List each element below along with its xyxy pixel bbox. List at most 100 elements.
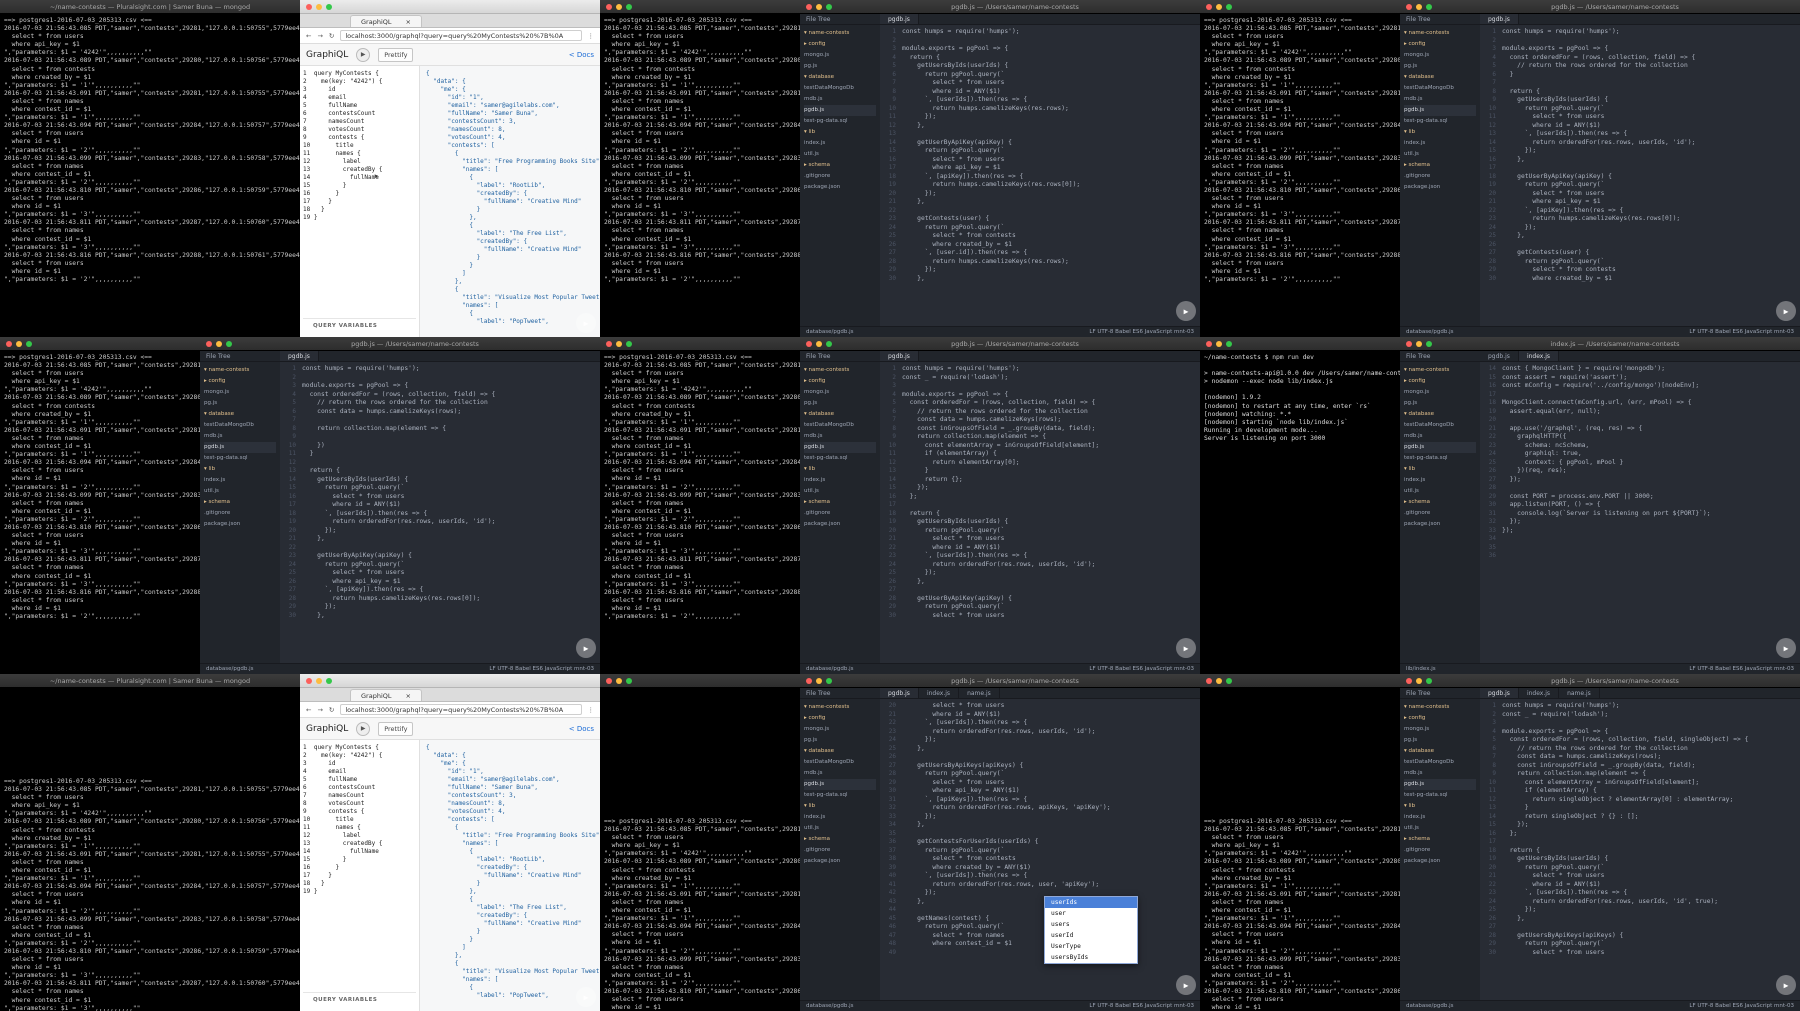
file-tree-item[interactable]: mdb.js [804, 431, 876, 442]
reload-icon[interactable]: ↻ [329, 706, 334, 714]
file-tree-item[interactable]: index.js [1404, 812, 1476, 823]
file-tree-item[interactable]: mdb.js [804, 94, 876, 105]
close-icon[interactable] [806, 677, 812, 684]
close-icon[interactable] [1406, 677, 1412, 684]
file-tree-item[interactable]: testDataMongoDb [204, 420, 276, 431]
minimize-icon[interactable] [1416, 3, 1422, 10]
close-icon[interactable] [206, 340, 212, 347]
autocomplete-item[interactable]: users [1045, 919, 1137, 930]
file-tree-item[interactable]: ▸ config [1404, 376, 1476, 387]
close-icon[interactable] [1406, 3, 1412, 10]
tab-name[interactable]: name.js [1559, 688, 1600, 698]
file-tree-item[interactable]: ▸ schema [804, 160, 876, 171]
tab-index[interactable]: index.js [1518, 351, 1560, 361]
file-tree-item[interactable]: util.js [1404, 149, 1476, 160]
close-icon[interactable] [1406, 340, 1412, 347]
docs-button[interactable]: < Docs [569, 725, 594, 733]
file-tree-item[interactable]: util.js [1404, 486, 1476, 497]
file-tree-item[interactable]: .gitignore [1404, 171, 1476, 182]
zoom-icon[interactable] [226, 340, 232, 347]
browser-tab[interactable]: GraphiQL × [350, 689, 422, 701]
file-tree-item[interactable]: ▸ schema [1404, 834, 1476, 845]
code-index[interactable]: const { MongoClient } = require('mongodb… [1498, 362, 1800, 663]
file-tree-item[interactable]: ▾ database [804, 72, 876, 83]
file-tree-item[interactable]: ▸ config [1404, 713, 1476, 724]
file-tree-item[interactable]: ▸ config [204, 376, 276, 387]
file-tree-item[interactable]: mongo.js [1404, 387, 1476, 398]
close-icon[interactable] [306, 3, 312, 10]
file-tree-item[interactable]: test-pg-data.sql [1404, 453, 1476, 464]
file-tree-item[interactable]: ▸ config [1404, 39, 1476, 50]
file-tree-item[interactable]: package.json [1404, 182, 1476, 193]
zoom-icon[interactable] [1226, 677, 1232, 684]
autocomplete-item[interactable]: userIds [1045, 897, 1137, 908]
file-tree-item[interactable]: index.js [804, 475, 876, 486]
file-tree-item[interactable]: mongo.js [804, 50, 876, 61]
status-file[interactable]: database/pgdb.js [206, 666, 253, 672]
tab-pgdb[interactable]: pgdb.js [880, 14, 919, 24]
file-tree-item[interactable]: ▾ database [204, 409, 276, 420]
tab-pgdb[interactable]: pgdb.js [1480, 14, 1519, 24]
file-tree-item[interactable]: testDataMongoDb [1404, 83, 1476, 94]
file-tree-item[interactable]: pgdb.js [204, 442, 276, 453]
status-file[interactable]: database/pgdb.js [806, 329, 853, 335]
file-tree-item[interactable]: ▾ name-contests [1404, 28, 1476, 39]
file-tree-item[interactable]: package.json [804, 519, 876, 530]
file-tree-item[interactable]: mongo.js [804, 724, 876, 735]
file-tree-item[interactable]: .gitignore [804, 171, 876, 182]
file-tree-item[interactable]: ▾ lib [804, 127, 876, 138]
status-file[interactable]: lib/index.js [1406, 666, 1436, 672]
file-tree-item[interactable]: ▾ database [1404, 409, 1476, 420]
file-tree-item[interactable]: pg.js [804, 735, 876, 746]
file-tree-item[interactable]: ▸ schema [1404, 497, 1476, 508]
file-tree-item[interactable]: mongo.js [1404, 724, 1476, 735]
file-tree-item[interactable]: index.js [804, 812, 876, 823]
zoom-icon[interactable] [1426, 340, 1432, 347]
minimize-icon[interactable] [1216, 340, 1222, 347]
file-tree-item[interactable]: ▸ config [804, 39, 876, 50]
close-icon[interactable] [606, 677, 612, 684]
file-tree-item[interactable]: ▸ schema [204, 497, 276, 508]
minimize-icon[interactable] [816, 677, 822, 684]
file-tree-item[interactable]: .gitignore [1404, 508, 1476, 519]
file-tree-item[interactable]: ▾ database [1404, 72, 1476, 83]
url-input[interactable]: localhost:3000/graphql?query=query%20MyC… [340, 704, 582, 715]
zoom-icon[interactable] [826, 340, 832, 347]
tab-pgdb[interactable]: pgdb.js [1480, 351, 1519, 361]
browser-tab[interactable]: GraphiQL × [350, 15, 422, 27]
zoom-icon[interactable] [1226, 340, 1232, 347]
url-input[interactable]: localhost:3000/graphql?query=query%20MyC… [340, 30, 582, 41]
zoom-icon[interactable] [626, 340, 632, 347]
file-tree-item[interactable]: .gitignore [1404, 845, 1476, 856]
minimize-icon[interactable] [216, 340, 222, 347]
prettify-button[interactable]: Prettify [378, 47, 414, 62]
file-tree-item[interactable]: mongo.js [1404, 50, 1476, 61]
file-tree-item[interactable]: pgdb.js [804, 779, 876, 790]
file-tree-item[interactable]: mdb.js [804, 768, 876, 779]
file-tree-item[interactable]: index.js [804, 138, 876, 149]
file-tree-item[interactable]: package.json [804, 182, 876, 193]
file-tree-item[interactable]: package.json [804, 856, 876, 867]
file-tree-item[interactable]: test-pg-data.sql [204, 453, 276, 464]
file-tree-item[interactable]: ▾ lib [1404, 801, 1476, 812]
file-tree-item[interactable]: .gitignore [204, 508, 276, 519]
code-pgdb[interactable]: const humps = require('humps'); module.e… [898, 25, 1200, 326]
file-tree-item[interactable]: ▸ schema [804, 834, 876, 845]
autocomplete-item[interactable]: usersByIds [1045, 952, 1137, 963]
file-tree-item[interactable]: ▾ name-contests [804, 365, 876, 376]
close-icon[interactable] [606, 3, 612, 10]
file-tree-item[interactable]: util.js [204, 486, 276, 497]
file-tree-item[interactable]: ▾ lib [804, 464, 876, 475]
code-pgdb[interactable]: const humps = require('humps'); module.e… [298, 362, 600, 663]
file-tree-item[interactable]: testDataMongoDb [1404, 420, 1476, 431]
back-icon[interactable]: ← [306, 706, 311, 714]
menu-icon[interactable]: ⋮ [588, 706, 595, 714]
query-variables-header[interactable]: QUERY VARIABLES [303, 318, 416, 333]
zoom-icon[interactable] [326, 677, 332, 684]
close-icon[interactable] [806, 3, 812, 10]
file-tree-item[interactable]: mdb.js [1404, 94, 1476, 105]
file-tree-item[interactable]: pg.js [1404, 398, 1476, 409]
query-editor[interactable]: 1 query MyContests { 2 me(key: "4242") {… [300, 66, 420, 337]
autocomplete-item[interactable]: UserType [1045, 941, 1137, 952]
file-tree-item[interactable]: mongo.js [804, 387, 876, 398]
